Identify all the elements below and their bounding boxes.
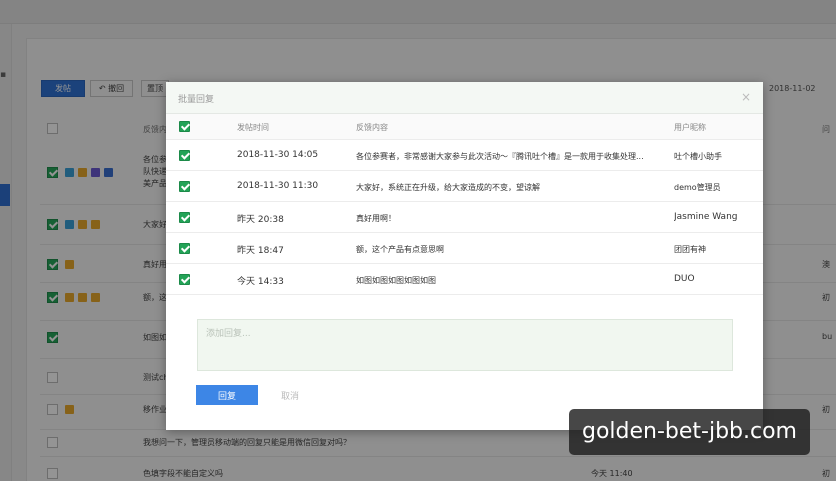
reply-button[interactable]: 回复 — [196, 385, 258, 405]
row-checkbox[interactable] — [179, 181, 190, 192]
close-icon[interactable]: × — [741, 90, 751, 104]
row-time: 昨天 18:47 — [237, 246, 284, 256]
row-time: 今天 14:33 — [237, 277, 284, 287]
reply-input[interactable] — [197, 319, 733, 371]
row-checkbox[interactable] — [179, 274, 190, 285]
row-user: Jasmine Wang — [674, 212, 738, 222]
row-time: 昨天 20:38 — [237, 215, 284, 225]
select-all-checkbox[interactable] — [179, 121, 190, 132]
dialog-title: 批量回复 — [178, 95, 215, 105]
row-content: 各位参赛者，非常感谢大家参与此次活动～『腾讯吐个槽』是一款用于收集处理... — [356, 152, 644, 161]
cancel-button[interactable]: 取消 — [274, 385, 306, 405]
table-header: 发帖时间 反馈内容 用户昵称 — [166, 114, 763, 140]
table-row[interactable]: 昨天 20:38 真好用啊！ Jasmine Wang — [166, 202, 763, 233]
column-header-content: 反馈内容 — [356, 123, 388, 132]
dialog-header: 批量回复 × — [166, 82, 763, 114]
watermark-banner: golden-bet-jbb.com — [569, 409, 810, 455]
row-content: 真好用啊！ — [356, 214, 396, 223]
batch-reply-dialog: 批量回复 × 发帖时间 反馈内容 用户昵称 2018-11-30 14:05 各… — [166, 82, 763, 430]
table-row[interactable]: 今天 14:33 如图如图如图如图如图 DUO — [166, 264, 763, 295]
row-content: 大家好，系统正在升级，给大家造成的不变，望谅解 — [356, 183, 540, 192]
row-time: 2018-11-30 11:30 — [237, 181, 319, 191]
table-row[interactable]: 昨天 18:47 额，这个产品有点意思啊 团团有神 — [166, 233, 763, 264]
column-header-time: 发帖时间 — [237, 123, 269, 132]
table-row[interactable]: 2018-11-30 14:05 各位参赛者，非常感谢大家参与此次活动～『腾讯吐… — [166, 140, 763, 171]
row-user: 吐个槽小助手 — [674, 152, 722, 161]
row-user: demo管理员 — [674, 183, 721, 192]
row-content: 额，这个产品有点意思啊 — [356, 245, 444, 254]
row-user: DUO — [674, 274, 695, 284]
row-content: 如图如图如图如图如图 — [356, 276, 436, 285]
row-checkbox[interactable] — [179, 243, 190, 254]
row-checkbox[interactable] — [179, 212, 190, 223]
table-row[interactable]: 2018-11-30 11:30 大家好，系统正在升级，给大家造成的不变，望谅解… — [166, 171, 763, 202]
row-user: 团团有神 — [674, 245, 706, 254]
row-time: 2018-11-30 14:05 — [237, 150, 319, 160]
column-header-user: 用户昵称 — [674, 123, 706, 132]
row-checkbox[interactable] — [179, 150, 190, 161]
